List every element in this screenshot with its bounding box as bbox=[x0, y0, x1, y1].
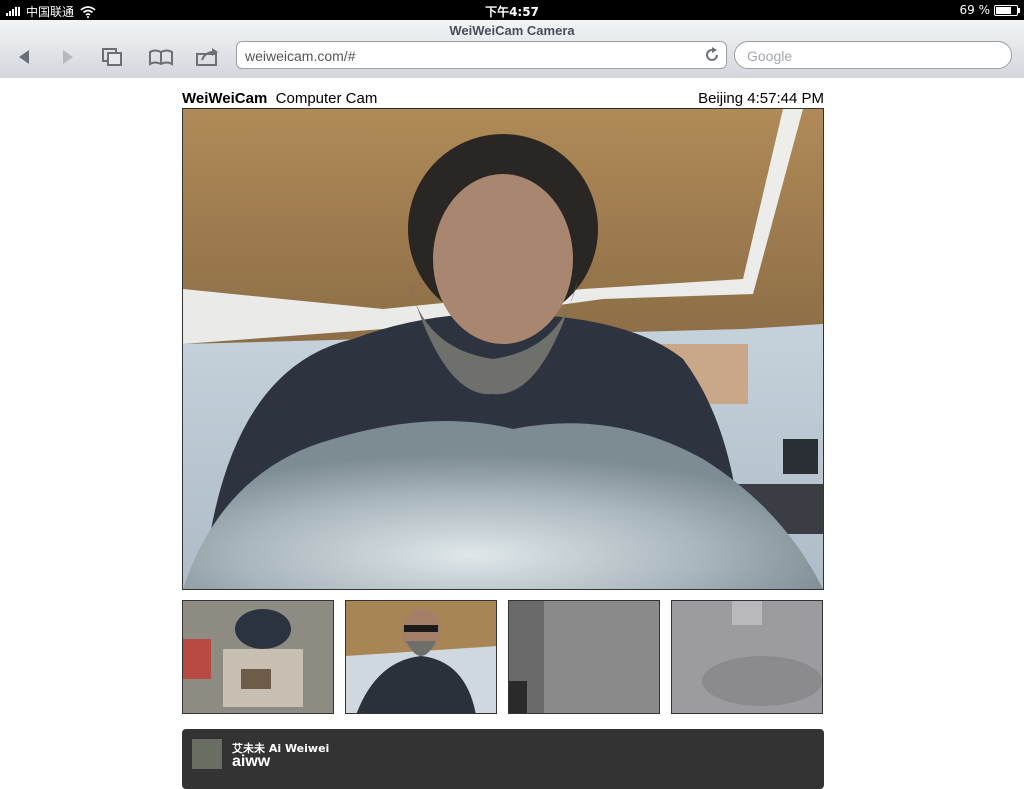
url-text: weiweicam.com/# bbox=[245, 48, 356, 64]
bookmarks-button[interactable] bbox=[147, 46, 175, 68]
camera-thumbnail-desk[interactable] bbox=[182, 600, 334, 714]
site-brand: WeiWeiCam bbox=[182, 90, 268, 107]
twitter-feed-panel: 艾未未 Ai Weiwei aiww bbox=[182, 729, 824, 789]
address-bar[interactable]: weiweicam.com/# bbox=[236, 41, 727, 69]
main-camera-feed[interactable] bbox=[182, 108, 824, 590]
forward-button[interactable] bbox=[54, 46, 82, 68]
search-placeholder: Google bbox=[747, 48, 793, 64]
back-arrow-icon bbox=[19, 50, 29, 64]
status-time: 下午4:57 bbox=[485, 5, 539, 19]
web-page: WeiWeiCam Computer Cam Beijing 4:57:44 P… bbox=[0, 78, 1024, 789]
camera-name: Computer Cam bbox=[275, 90, 378, 107]
share-icon bbox=[196, 48, 218, 66]
book-icon bbox=[149, 49, 173, 66]
camera-thumbnail-dark-room[interactable] bbox=[508, 600, 660, 714]
back-button[interactable] bbox=[10, 46, 38, 68]
search-field[interactable]: Google bbox=[734, 41, 1012, 69]
avatar[interactable] bbox=[192, 739, 222, 769]
share-button[interactable] bbox=[194, 46, 222, 68]
battery-icon bbox=[994, 4, 1020, 16]
forward-arrow-icon bbox=[63, 50, 73, 64]
camera-thumbnail-yard[interactable] bbox=[671, 600, 823, 714]
pages-icon bbox=[102, 48, 122, 66]
tweet-author-handle[interactable]: aiww bbox=[232, 753, 270, 771]
tabs-button[interactable] bbox=[98, 46, 126, 68]
browser-toolbar: WeiWeiCam Camera weiweicam.com/# Google bbox=[0, 20, 1024, 79]
status-bar: 中国联通 下午4:57 69 % bbox=[0, 0, 1024, 20]
page-title: WeiWeiCam Camera bbox=[449, 23, 575, 38]
cam-header: WeiWeiCam Computer Cam Beijing 4:57:44 P… bbox=[182, 90, 824, 108]
beijing-clock: Beijing 4:57:44 PM bbox=[698, 90, 824, 107]
camera-thumbnail-portrait[interactable] bbox=[345, 600, 497, 714]
battery-percent: 69 % bbox=[959, 3, 991, 17]
reload-icon[interactable] bbox=[704, 47, 720, 63]
